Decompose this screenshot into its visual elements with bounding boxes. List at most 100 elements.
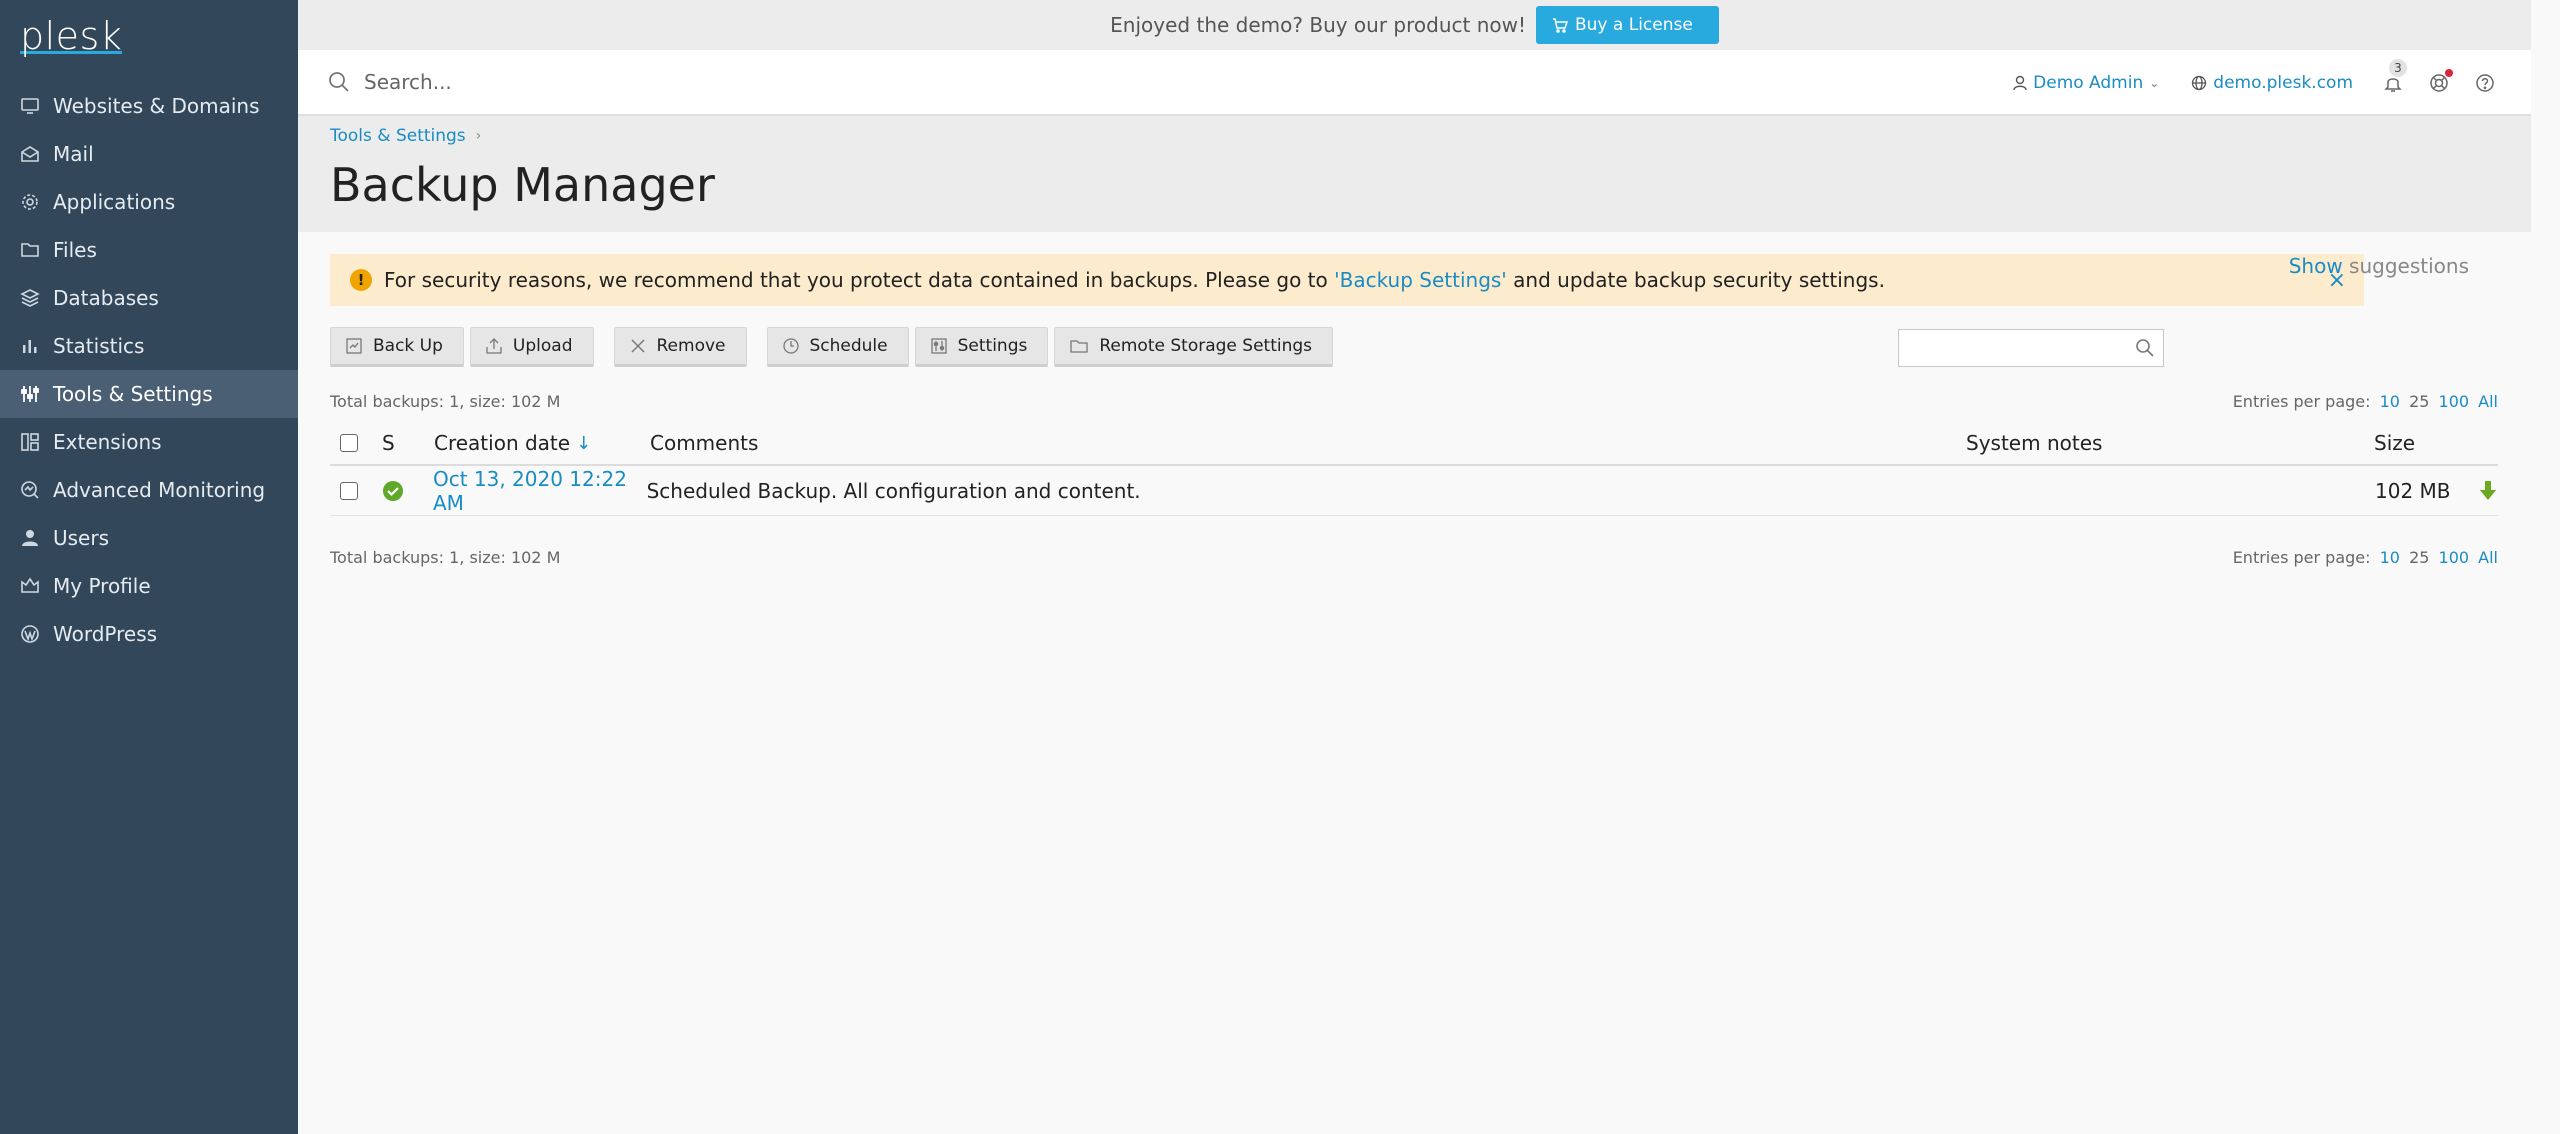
backup-size: 102 MB (2375, 478, 2451, 503)
row-checkbox[interactable] (340, 481, 358, 500)
alert-text-after: and update backup security settings. (1506, 268, 1885, 292)
monitor-icon (20, 96, 40, 116)
gear-icon (20, 192, 40, 212)
domain-link[interactable]: demo.plesk.com (2191, 73, 2353, 93)
suggestions-label: suggestions (2342, 254, 2469, 278)
backup-date-link[interactable]: Oct 13, 2020 12:22 AM (433, 467, 647, 515)
sidebar-item-websites-domains[interactable]: Websites & Domains (0, 82, 298, 130)
clock-icon (782, 338, 799, 354)
download-icon[interactable] (2478, 479, 2498, 503)
entries-all[interactable]: All (2478, 548, 2498, 567)
domain-name: demo.plesk.com (2213, 73, 2353, 93)
user-menu[interactable]: Demo Admin ⌄ (2013, 73, 2159, 93)
list-search (1898, 329, 2164, 367)
entries-100[interactable]: 100 (2439, 392, 2470, 411)
sidebar-item-wordpress[interactable]: WordPress (0, 610, 298, 658)
entries-100[interactable]: 100 (2439, 548, 2470, 567)
warning-icon: ! (350, 269, 372, 291)
sidebar-item-tools-settings[interactable]: Tools & Settings (0, 370, 298, 418)
sidebar-item-users[interactable]: Users (0, 514, 298, 562)
column-status[interactable]: S (382, 431, 434, 455)
sidebar-item-mail[interactable]: Mail (0, 130, 298, 178)
settings-button[interactable]: Settings (914, 327, 1049, 367)
upload-button[interactable]: Upload (469, 327, 594, 367)
search-input[interactable] (364, 70, 964, 94)
profile-icon (20, 576, 40, 596)
chevron-down-icon: ⌄ (2149, 76, 2160, 90)
toolbar: Back Up Upload Remove Schedule Settings … (330, 327, 1339, 367)
backup-icon (346, 338, 362, 354)
wordpress-icon (20, 624, 40, 644)
remove-button[interactable]: Remove (613, 327, 747, 367)
support-button[interactable] (2429, 69, 2453, 93)
column-size[interactable]: Size (2374, 431, 2498, 455)
alert-text: For security reasons, we recommend that … (384, 268, 1885, 292)
sliders-icon (20, 384, 40, 404)
bar-chart-icon (20, 336, 40, 356)
size-label: Size (2374, 431, 2416, 455)
mail-icon (20, 144, 40, 164)
sidebar-item-label: Statistics (53, 334, 145, 358)
user-icon (20, 528, 40, 548)
plesk-logo[interactable]: plesk (20, 14, 123, 58)
sidebar-item-label: Advanced Monitoring (53, 478, 266, 502)
remove-label: Remove (656, 336, 726, 356)
column-creation-date[interactable]: Creation date ↓ (434, 431, 650, 455)
header-actions: Demo Admin ⌄ demo.plesk.com 3 (1981, 50, 2495, 116)
folder-icon (1070, 340, 1089, 353)
page-title: Backup Manager (330, 158, 715, 212)
backup-label: Back Up (373, 336, 443, 356)
sidebar-item-advanced-monitoring[interactable]: Advanced Monitoring (0, 466, 298, 514)
sidebar-item-label: Applications (53, 190, 176, 214)
page-header: Tools & Settings › Backup Manager (298, 116, 2531, 232)
database-icon (20, 288, 40, 308)
sidebar-item-label: Databases (53, 286, 159, 310)
entries-10[interactable]: 10 (2380, 548, 2400, 567)
entries-per-page-top: Entries per page: 10 25 100 All (2233, 392, 2498, 411)
total-backups-top: Total backups: 1, size: 102 M (330, 392, 561, 411)
sliders-icon (930, 338, 947, 354)
remote-storage-settings-button[interactable]: Remote Storage Settings (1054, 327, 1334, 367)
remove-icon (630, 339, 645, 353)
select-all-checkbox[interactable] (340, 434, 358, 452)
entries-label: Entries per page: (2232, 548, 2371, 567)
entries-all[interactable]: All (2478, 392, 2498, 411)
top-header: Demo Admin ⌄ demo.plesk.com 3 (298, 50, 2531, 116)
sidebar-item-label: Files (53, 238, 97, 262)
search-icon[interactable] (2135, 338, 2155, 358)
sidebar-item-label: My Profile (53, 574, 151, 598)
sidebar-item-label: Tools & Settings (53, 382, 213, 406)
download-cell (2451, 479, 2498, 503)
backup-settings-link[interactable]: 'Backup Settings' (1334, 268, 1507, 292)
sidebar-item-statistics[interactable]: Statistics (0, 322, 298, 370)
sidebar-item-files[interactable]: Files (0, 226, 298, 274)
backup-button[interactable]: Back Up (330, 327, 464, 367)
show-suggestions[interactable]: Show suggestions (2289, 254, 2469, 278)
backup-comment: Scheduled Backup. All configuration and … (646, 478, 1141, 503)
notifications-count: 3 (2389, 59, 2407, 77)
sidebar-nav: Websites & Domains Mail Applications Fil… (0, 82, 298, 658)
sidebar-item-extensions[interactable]: Extensions (0, 418, 298, 466)
schedule-label: Schedule (809, 336, 888, 356)
schedule-button[interactable]: Schedule (766, 327, 909, 367)
notifications-button[interactable]: 3 (2383, 59, 2407, 93)
breadcrumb: Tools & Settings › (330, 126, 481, 146)
entries-25: 25 (2409, 548, 2430, 567)
list-search-input[interactable] (1905, 330, 2125, 364)
help-button[interactable] (2475, 73, 2495, 93)
column-comments[interactable]: Comments (650, 431, 1966, 455)
sidebar-item-applications[interactable]: Applications (0, 178, 298, 226)
upload-icon (486, 338, 502, 354)
global-search (328, 70, 964, 94)
breadcrumb-tools-settings[interactable]: Tools & Settings (330, 126, 466, 146)
status-cell (382, 480, 433, 502)
entries-10[interactable]: 10 (2380, 392, 2400, 411)
sidebar-item-databases[interactable]: Databases (0, 274, 298, 322)
entries-per-page-bottom: Entries per page: 10 25 100 All (2233, 548, 2498, 567)
search-icon (329, 72, 349, 92)
show-suggestions-link[interactable]: Show (2289, 254, 2343, 278)
sidebar-item-label: Websites & Domains (53, 94, 260, 118)
buy-license-button[interactable]: Buy a License (1536, 6, 1719, 44)
sidebar-item-my-profile[interactable]: My Profile (0, 562, 298, 610)
column-system-notes[interactable]: System notes (1966, 431, 2374, 455)
